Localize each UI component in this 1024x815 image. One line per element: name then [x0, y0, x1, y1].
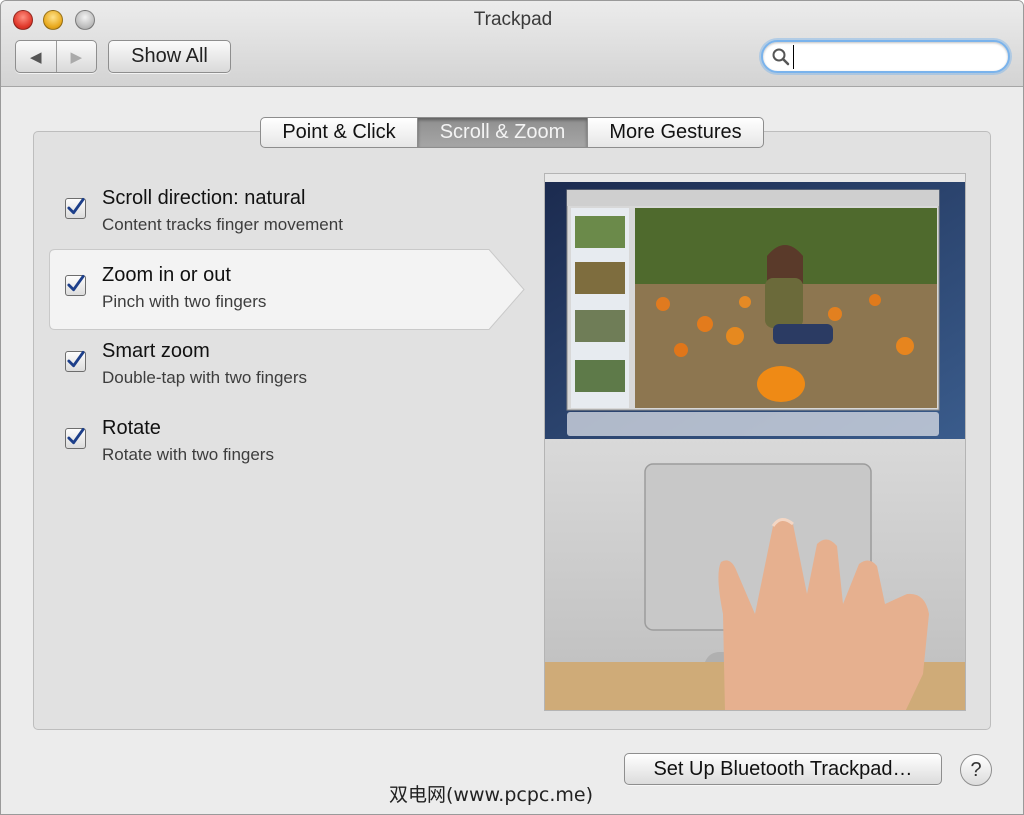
window-title: Trackpad — [473, 9, 553, 30]
setup-bluetooth-trackpad-button[interactable]: Set Up Bluetooth Trackpad… — [624, 753, 942, 785]
gesture-title: Smart zoom — [102, 340, 210, 362]
show-all-button[interactable]: Show All — [108, 40, 231, 73]
search-field[interactable] — [761, 40, 1010, 73]
checkmark-icon — [67, 427, 85, 445]
checkmark-icon — [67, 197, 85, 215]
watermark-text: 双电网(www.pcpc.me) — [389, 784, 593, 806]
back-button[interactable]: ◀ — [16, 41, 57, 72]
checkbox[interactable] — [65, 350, 86, 372]
gesture-description: Pinch with two fingers — [102, 292, 267, 311]
checkmark-icon — [67, 350, 85, 368]
search-input[interactable] — [793, 45, 998, 69]
gesture-preview-video — [544, 173, 966, 711]
help-button[interactable]: ? — [960, 754, 992, 786]
tab-bar: Point & Click Scroll & Zoom More Gesture… — [260, 117, 764, 148]
back-arrow-icon: ◀ — [29, 48, 42, 66]
tab-scroll-and-zoom[interactable]: Scroll & Zoom — [418, 117, 588, 148]
tab-point-and-click[interactable]: Point & Click — [260, 117, 418, 148]
gesture-title: Zoom in or out — [102, 264, 231, 286]
checkmark-icon — [67, 274, 85, 292]
gesture-description: Rotate with two fingers — [102, 445, 274, 464]
gesture-smart-zoom[interactable]: Smart zoom Double-tap with two fingers — [61, 340, 521, 410]
gesture-description: Double-tap with two fingers — [102, 368, 308, 387]
gesture-scroll-direction[interactable]: Scroll direction: natural Content tracks… — [61, 187, 521, 257]
gesture-title: Rotate — [102, 417, 161, 439]
search-icon — [772, 48, 790, 66]
gesture-rotate[interactable]: Rotate Rotate with two fingers — [61, 417, 521, 487]
checkbox[interactable] — [65, 197, 86, 219]
checkbox[interactable] — [65, 427, 86, 449]
checkbox[interactable] — [65, 274, 86, 296]
gesture-description: Content tracks finger movement — [102, 215, 343, 234]
toolbar: Trackpad ◀ ▶ Show All — [1, 1, 1023, 87]
gesture-zoom[interactable]: Zoom in or out Pinch with two fingers — [61, 264, 521, 334]
trackpad-window: Trackpad ◀ ▶ Show All Point & Click Scro… — [0, 0, 1024, 815]
forward-arrow-icon: ▶ — [70, 48, 83, 66]
nav-segmented-control: ◀ ▶ — [15, 40, 97, 73]
preview-illustration — [545, 174, 965, 710]
tab-more-gestures[interactable]: More Gestures — [588, 117, 764, 148]
gesture-title: Scroll direction: natural — [102, 187, 306, 209]
forward-button[interactable]: ▶ — [57, 41, 97, 72]
